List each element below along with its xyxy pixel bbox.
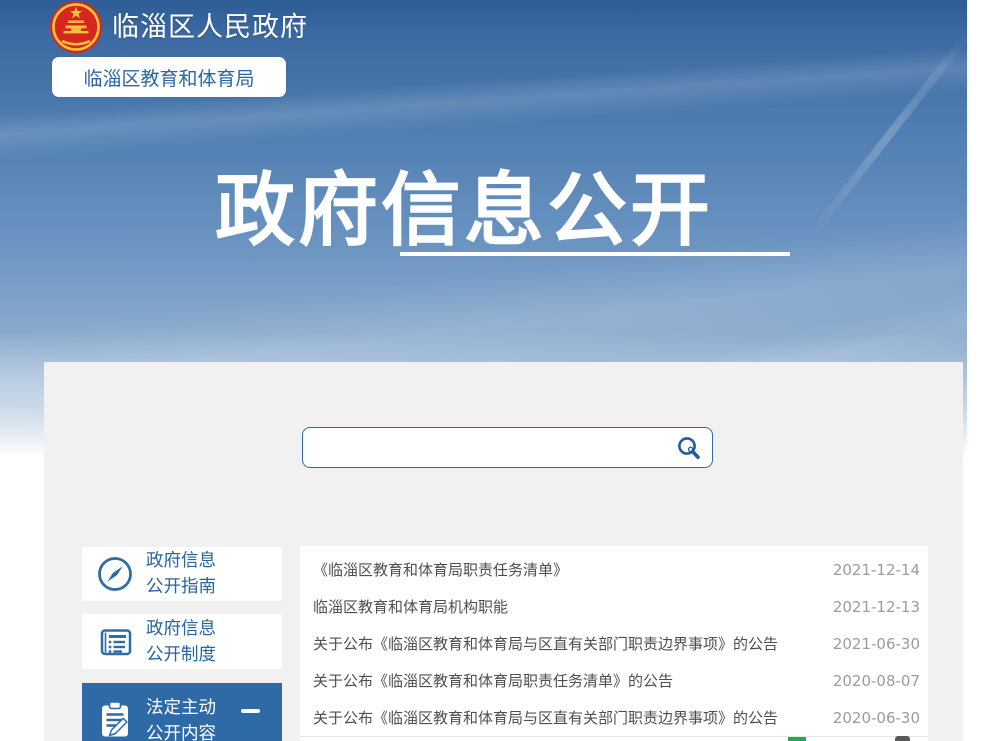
search-box	[302, 427, 713, 468]
article-date: 2020-08-07	[833, 672, 920, 690]
sidebar-item-gov-info-system[interactable]: 政府信息 公开制度	[82, 614, 282, 669]
article-date: 2020-06-30	[833, 709, 920, 727]
sidebar-item-label: 政府信息 公开指南	[146, 548, 216, 600]
list-item[interactable]: 关于公布《临淄区教育和体育局职责任务清单》的公告 2020-08-07	[300, 662, 928, 699]
list-item[interactable]: 临淄区教育和体育局机构职能 2021-12-13	[300, 588, 928, 625]
article-date: 2021-12-13	[833, 598, 920, 616]
page: 临淄区人民政府 临淄区教育和体育局 政府信息公开 政府信息 公开指南	[0, 0, 981, 741]
footer-partial-icon-green[interactable]	[788, 737, 806, 741]
article-title[interactable]: 关于公布《临淄区教育和体育局与区直有关部门职责边界事项》的公告	[313, 707, 778, 728]
list-item[interactable]: 关于公布《临淄区教育和体育局与区直有关部门职责边界事项》的公告 2020-06-…	[300, 699, 928, 737]
list-item[interactable]: 《临淄区教育和体育局职责任务清单》 2021-12-14	[300, 551, 928, 588]
title-underline	[400, 252, 790, 256]
compass-icon	[95, 554, 135, 594]
article-date: 2021-06-30	[833, 635, 920, 653]
article-list: 《临淄区教育和体育局职责任务清单》 2021-12-14 临淄区教育和体育局机构…	[300, 546, 928, 741]
department-button[interactable]: 临淄区教育和体育局	[52, 57, 286, 97]
search-magnifier-icon	[676, 435, 702, 461]
article-title[interactable]: 临淄区教育和体育局机构职能	[313, 596, 508, 617]
article-title[interactable]: 关于公布《临淄区教育和体育局职责任务清单》的公告	[313, 670, 673, 691]
minus-icon[interactable]	[241, 709, 260, 713]
china-national-emblem-icon[interactable]	[48, 0, 104, 56]
banner-swoosh-decoration	[807, 29, 967, 239]
list-item[interactable]: 关于公布《临淄区教育和体育局与区直有关部门职责边界事项》的公告 2021-06-…	[300, 625, 928, 662]
article-date: 2021-12-14	[833, 561, 920, 579]
document-list-icon	[95, 622, 135, 662]
sidebar-item-gov-info-guide[interactable]: 政府信息 公开指南	[82, 547, 282, 601]
article-title[interactable]: 关于公布《临淄区教育和体育局与区直有关部门职责边界事项》的公告	[313, 633, 778, 654]
search-input[interactable]	[303, 428, 666, 467]
sidebar-item-label: 法定主动 公开内容	[146, 695, 216, 741]
footer-partial-icon-dark[interactable]	[895, 736, 910, 741]
clipboard-pencil-icon	[95, 699, 135, 741]
sidebar: 政府信息 公开指南 政府信息 公开制度	[82, 547, 282, 741]
site-name[interactable]: 临淄区人民政府	[112, 5, 308, 44]
search-button[interactable]	[666, 428, 712, 467]
page-title: 政府信息公开	[208, 146, 720, 262]
article-title[interactable]: 《临淄区教育和体育局职责任务清单》	[313, 559, 568, 580]
sidebar-item-label: 政府信息 公开制度	[146, 616, 216, 668]
sidebar-item-statutory-disclosure[interactable]: 法定主动 公开内容	[82, 683, 282, 741]
